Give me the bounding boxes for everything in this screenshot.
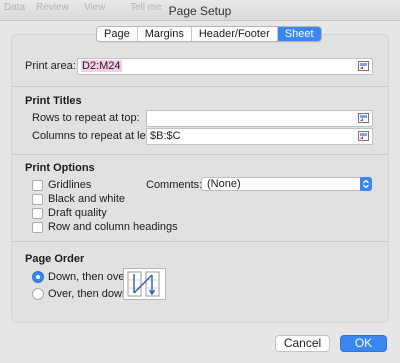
down-then-over-option[interactable]: Down, then over: [32, 271, 128, 283]
divider: [12, 86, 388, 87]
divider: [12, 154, 388, 155]
over-then-down-option[interactable]: Over, then down: [32, 288, 128, 300]
print-area-value: D2:M24: [81, 60, 122, 72]
black-and-white-checkbox[interactable]: [32, 193, 43, 205]
divider: [12, 241, 388, 242]
draft-quality-label: Draft quality: [48, 207, 107, 219]
cancel-button[interactable]: Cancel: [275, 335, 330, 352]
row-column-headings-option[interactable]: Row and column headings: [32, 221, 178, 233]
comments-select[interactable]: (None): [201, 177, 372, 191]
black-and-white-label: Black and white: [48, 193, 126, 205]
page-order-preview-icon: [123, 268, 166, 300]
row-column-headings-label: Row and column headings: [48, 221, 178, 233]
rows-to-repeat-field[interactable]: [146, 110, 373, 127]
comments-value: (None): [207, 178, 241, 190]
down-then-over-radio[interactable]: [32, 271, 44, 283]
print-area-field[interactable]: D2:M24: [77, 58, 373, 75]
print-titles-heading: Print Titles: [25, 95, 82, 107]
window-title: Page Setup: [168, 4, 232, 18]
gridlines-label: Gridlines: [48, 179, 92, 191]
columns-to-repeat-field[interactable]: $B:$C: [146, 128, 373, 145]
row-column-headings-checkbox[interactable]: [32, 221, 43, 233]
chevron-up-down-icon[interactable]: [360, 177, 372, 191]
sheet-panel: Print area: D2:M24 Print Titles Rows to …: [11, 34, 389, 323]
ok-button[interactable]: OK: [340, 335, 387, 352]
draft-quality-checkbox[interactable]: [32, 207, 43, 219]
tab-margins[interactable]: Margins: [138, 27, 192, 41]
rows-to-repeat-label: Rows to repeat at top:: [32, 112, 140, 124]
gridlines-checkbox[interactable]: [32, 179, 43, 191]
comments-label: Comments:: [146, 179, 203, 191]
collapse-dialog-icon[interactable]: [358, 113, 369, 123]
over-then-down-label: Over, then down: [48, 288, 129, 300]
draft-quality-option[interactable]: Draft quality: [32, 207, 107, 219]
over-then-down-radio[interactable]: [32, 288, 44, 300]
collapse-dialog-icon[interactable]: [358, 61, 369, 71]
columns-to-repeat-label: Columns to repeat at left:: [32, 130, 155, 142]
tab-page[interactable]: Page: [97, 27, 138, 41]
black-and-white-option[interactable]: Black and white: [32, 193, 125, 205]
print-options-heading: Print Options: [25, 162, 95, 174]
page-order-heading: Page Order: [25, 253, 85, 265]
tab-bar: Page Margins Header/Footer Sheet: [96, 26, 322, 42]
title-bar: Data Review View Tell me Page Setup: [0, 0, 400, 21]
print-area-label: Print area:: [25, 60, 76, 72]
down-then-over-label: Down, then over: [48, 271, 129, 283]
tab-header-footer[interactable]: Header/Footer: [192, 27, 278, 41]
tab-sheet[interactable]: Sheet: [277, 27, 321, 41]
collapse-dialog-icon[interactable]: [358, 131, 369, 141]
gridlines-option[interactable]: Gridlines: [32, 179, 91, 191]
columns-to-repeat-value: $B:$C: [150, 130, 181, 142]
